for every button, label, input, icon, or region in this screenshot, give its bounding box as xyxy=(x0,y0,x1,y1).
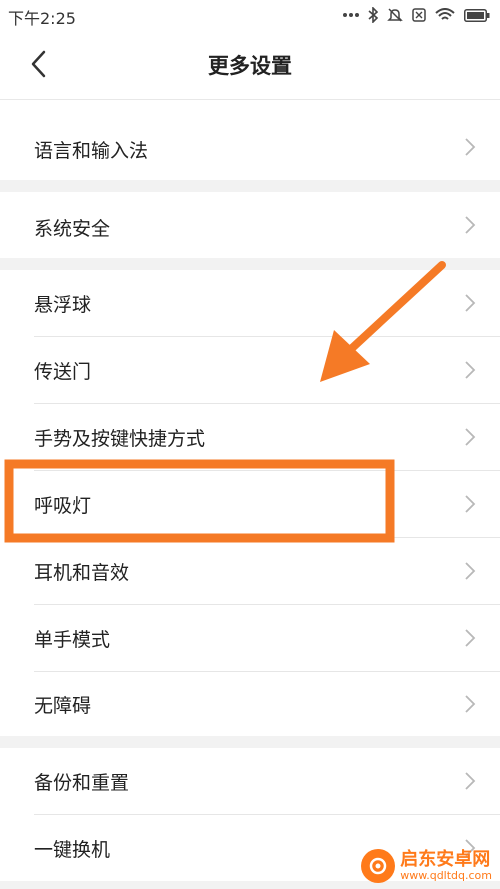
chevron-right-icon xyxy=(465,294,476,312)
wifi-icon xyxy=(435,8,455,20)
chevron-right-icon xyxy=(465,495,476,513)
setting-label: 语言和输入法 xyxy=(34,140,149,162)
chevron-right-icon xyxy=(465,216,476,234)
setting-label: 一键换机 xyxy=(34,839,111,861)
more-dots-icon xyxy=(343,13,359,17)
setting-item-accessibility[interactable]: 无障碍 xyxy=(0,672,500,736)
setting-label: 手势及按键快捷方式 xyxy=(34,428,206,450)
sim-icon xyxy=(412,8,426,22)
battery-icon xyxy=(464,8,490,22)
setting-item-portal[interactable]: 传送门 xyxy=(0,337,500,403)
setting-item-headphones-audio[interactable]: 耳机和音效 xyxy=(0,538,500,604)
chevron-right-icon xyxy=(465,428,476,446)
setting-item-floating-ball[interactable]: 悬浮球 xyxy=(0,270,500,336)
setting-label: 传送门 xyxy=(34,361,92,383)
setting-label: 系统安全 xyxy=(34,218,111,240)
watermark-name: 启东安卓网 xyxy=(400,849,491,871)
group-gap xyxy=(0,736,500,748)
setting-item-language-input[interactable]: 语言和输入法 xyxy=(0,114,500,180)
setting-item-breathing-light[interactable]: 呼吸灯 xyxy=(0,471,500,537)
setting-label: 呼吸灯 xyxy=(34,495,92,517)
status-bar: 下午2:25 xyxy=(0,0,500,30)
top-spacer xyxy=(0,100,500,114)
chevron-right-icon xyxy=(465,629,476,647)
group-gap xyxy=(0,180,500,192)
page-header: 更多设置 xyxy=(0,30,500,100)
watermark-url: www.qdltdq.com xyxy=(400,868,492,882)
setting-label: 备份和重置 xyxy=(34,772,130,794)
bluetooth-icon xyxy=(368,7,378,23)
setting-label: 悬浮球 xyxy=(34,294,92,316)
group-gap xyxy=(0,258,500,270)
page-title: 更多设置 xyxy=(208,54,292,78)
setting-item-system-security[interactable]: 系统安全 xyxy=(0,192,500,258)
watermark: 启东安卓网 www.qdltdq.com xyxy=(361,849,492,883)
watermark-text: 启东安卓网 www.qdltdq.com xyxy=(400,850,492,882)
mute-icon xyxy=(387,8,403,22)
chevron-right-icon xyxy=(465,772,476,790)
status-icons xyxy=(343,4,490,26)
setting-item-one-hand-mode[interactable]: 单手模式 xyxy=(0,605,500,671)
chevron-right-icon xyxy=(465,361,476,379)
watermark-logo-icon xyxy=(361,849,396,883)
chevron-right-icon xyxy=(465,695,476,713)
status-time: 下午2:25 xyxy=(8,9,76,28)
setting-item-gesture-shortcuts[interactable]: 手势及按键快捷方式 xyxy=(0,404,500,470)
chevron-right-icon xyxy=(465,138,476,156)
setting-item-backup-reset[interactable]: 备份和重置 xyxy=(0,748,500,814)
setting-label: 单手模式 xyxy=(34,629,111,651)
setting-label: 耳机和音效 xyxy=(34,562,130,584)
setting-label: 无障碍 xyxy=(34,695,92,717)
chevron-right-icon xyxy=(465,562,476,580)
